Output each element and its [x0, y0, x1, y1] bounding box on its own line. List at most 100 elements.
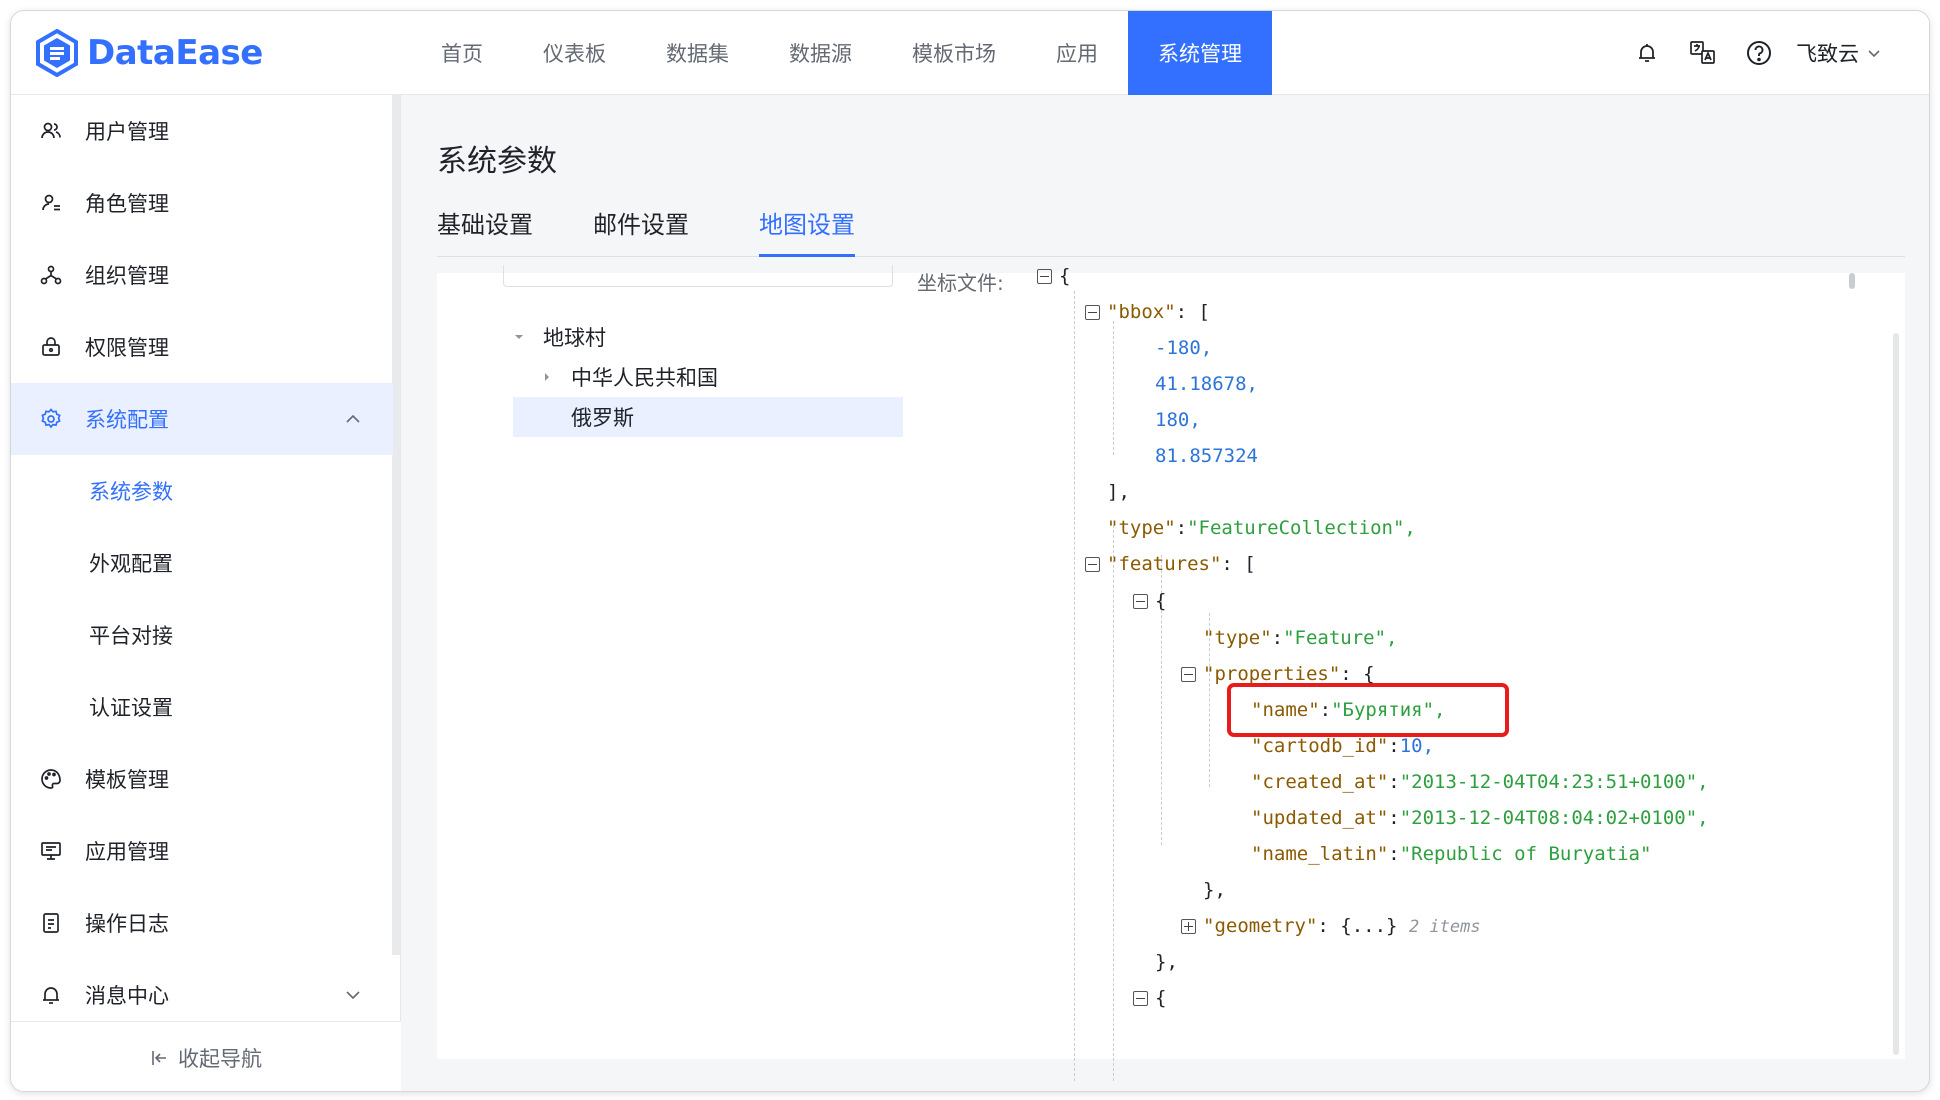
json-collapsed: {...} [1340, 915, 1398, 937]
tree-node-label: 俄罗斯 [571, 406, 634, 430]
caret-right-icon [545, 373, 549, 381]
indent-guide [1113, 321, 1114, 455]
tree-node-earth[interactable]: 地球村 [513, 317, 606, 357]
chevron-down-icon [346, 991, 360, 1000]
json-key: "features" [1107, 553, 1222, 575]
sidebar-item-label: 操作日志 [85, 912, 169, 936]
json-key: "cartodb_id" [1251, 735, 1389, 757]
json-string: "Feature", [1283, 627, 1398, 649]
indent-guide [1113, 525, 1114, 1081]
header-actions: 飞致云 [1606, 11, 1881, 95]
translate-icon[interactable] [1688, 38, 1718, 68]
json-number: -180, [1155, 337, 1213, 359]
sidebar-sub-appearance[interactable]: 外观配置 [89, 527, 173, 599]
log-icon [43, 913, 59, 933]
json-brace: }, [1155, 951, 1178, 973]
nav-dashboard[interactable]: 仪表板 [513, 11, 636, 95]
nav-apps[interactable]: 应用 [1026, 11, 1128, 95]
tree-node-label: 中华人民共和国 [571, 366, 718, 390]
nav-home[interactable]: 首页 [411, 11, 513, 95]
sidebar-item-label: 组织管理 [85, 264, 169, 288]
json-string: "2013-12-04T08:04:02+0100", [1399, 807, 1709, 829]
palette-icon [41, 769, 61, 789]
sidebar-item-label: 权限管理 [85, 336, 169, 360]
highlight-box [1227, 683, 1509, 737]
page-title: 系统参数 [437, 144, 557, 179]
nav-template-market[interactable]: 模板市场 [882, 11, 1026, 95]
json-brace: { [1155, 987, 1167, 1009]
map-settings-panel: 地球村 中华人民共和国 俄罗斯 坐标文件: { "bbox": [ -180, … [437, 265, 1905, 1081]
collapse-nav-button[interactable]: 收起导航 [11, 1021, 401, 1091]
sidebar-scrollbar[interactable] [392, 95, 400, 955]
collapse-toggle[interactable] [1133, 594, 1148, 609]
gear-icon [41, 408, 61, 429]
monitor-icon [41, 842, 61, 860]
nav-datasource[interactable]: 数据源 [759, 11, 882, 95]
sidebar-sub-platform[interactable]: 平台对接 [89, 599, 173, 671]
collapse-toggle[interactable] [1085, 305, 1100, 320]
sidebar-item-label: 模板管理 [85, 768, 169, 792]
collapse-toggle[interactable] [1085, 557, 1100, 572]
tree-node-russia[interactable]: 俄罗斯 [513, 397, 903, 437]
json-key: "type" [1203, 627, 1272, 649]
json-key: "created_at" [1251, 771, 1389, 793]
tree-search-input[interactable] [503, 265, 893, 287]
nav-dataset[interactable]: 数据集 [636, 11, 759, 95]
json-number: 81.857324 [1155, 445, 1258, 467]
sidebar-item-logs[interactable]: 操作日志 [11, 887, 393, 959]
sidebar-item-apps[interactable]: 应用管理 [11, 815, 393, 887]
bell-icon[interactable] [1632, 38, 1662, 68]
settings-tabs: 基础设置 邮件设置 地图设置 [437, 199, 1905, 257]
json-prop-updated-at: "updated_at":"2013-12-04T08:04:02+0100", [1251, 807, 1709, 829]
tree-node-china[interactable]: 中华人民共和国 [541, 357, 718, 397]
sidebar-item-templates[interactable]: 模板管理 [11, 743, 393, 815]
sidebar-item-roles[interactable]: 角色管理 [11, 167, 393, 239]
brand-name: DataEase [87, 33, 263, 73]
json-viewer[interactable]: { "bbox": [ -180, 41.18678, 180, 81.8573… [1037, 261, 1877, 1081]
help-icon[interactable] [1744, 38, 1774, 68]
logo[interactable]: DataEase [35, 27, 263, 79]
collapse-toggle[interactable] [1037, 269, 1052, 284]
coord-file-label: 坐标文件: [917, 271, 1004, 295]
expand-toggle[interactable] [1181, 919, 1196, 934]
json-prop-name-latin: "name_latin":"Republic of Buryatia" [1251, 843, 1652, 865]
json-line-features: "features": [ [1107, 553, 1256, 575]
sidebar-item-org[interactable]: 组织管理 [11, 239, 393, 311]
json-line-type: "type":"FeatureCollection", [1107, 517, 1416, 539]
bell-icon [43, 987, 59, 1004]
collapse-toggle[interactable] [1181, 667, 1196, 682]
collapse-nav-label: 收起导航 [178, 1046, 262, 1071]
tab-map[interactable]: 地图设置 [759, 199, 855, 257]
json-string: "2013-12-04T04:23:51+0100", [1399, 771, 1709, 793]
sidebar-item-system-config[interactable]: 系统配置 [11, 383, 393, 455]
sidebar-sub-auth[interactable]: 认证设置 [89, 671, 173, 743]
json-scrollbar-thumb[interactable] [1849, 273, 1855, 289]
sidebar-item-users[interactable]: 用户管理 [11, 95, 393, 167]
sidebar-item-label: 系统配置 [85, 408, 169, 432]
sidebar-item-label: 角色管理 [85, 192, 169, 216]
json-key: "updated_at" [1251, 807, 1389, 829]
sidebar-item-label: 应用管理 [85, 840, 169, 864]
json-key: "type" [1107, 517, 1176, 539]
tree-node-label: 地球村 [543, 326, 606, 350]
tab-email[interactable]: 邮件设置 [593, 199, 689, 257]
user-name: 飞致云 [1796, 42, 1859, 66]
top-header: DataEase 首页 仪表板 数据集 数据源 模板市场 应用 系统管理 飞致云 [11, 11, 1929, 95]
dataease-logo-icon [36, 29, 78, 77]
top-nav: 首页 仪表板 数据集 数据源 模板市场 应用 系统管理 [411, 11, 1272, 95]
role-icon [42, 194, 60, 211]
tab-basic[interactable]: 基础设置 [437, 199, 533, 257]
json-string: "FeatureCollection", [1187, 517, 1416, 539]
user-menu[interactable]: 飞致云 [1796, 38, 1881, 68]
nav-system-management[interactable]: 系统管理 [1128, 11, 1272, 95]
json-brace: }, [1203, 879, 1226, 901]
sidebar-sub-system-params[interactable]: 系统参数 [89, 455, 173, 527]
user-icon [41, 122, 61, 139]
sidebar-item-permissions[interactable]: 权限管理 [11, 311, 393, 383]
chevron-up-icon [346, 414, 360, 423]
content-scrollbar[interactable] [1893, 333, 1899, 1055]
json-line-feature-type: "type":"Feature", [1203, 627, 1398, 649]
json-line-geometry: "geometry": {...} 2 items [1203, 915, 1481, 937]
collapse-toggle[interactable] [1133, 991, 1148, 1006]
json-prop-created-at: "created_at":"2013-12-04T04:23:51+0100", [1251, 771, 1709, 793]
